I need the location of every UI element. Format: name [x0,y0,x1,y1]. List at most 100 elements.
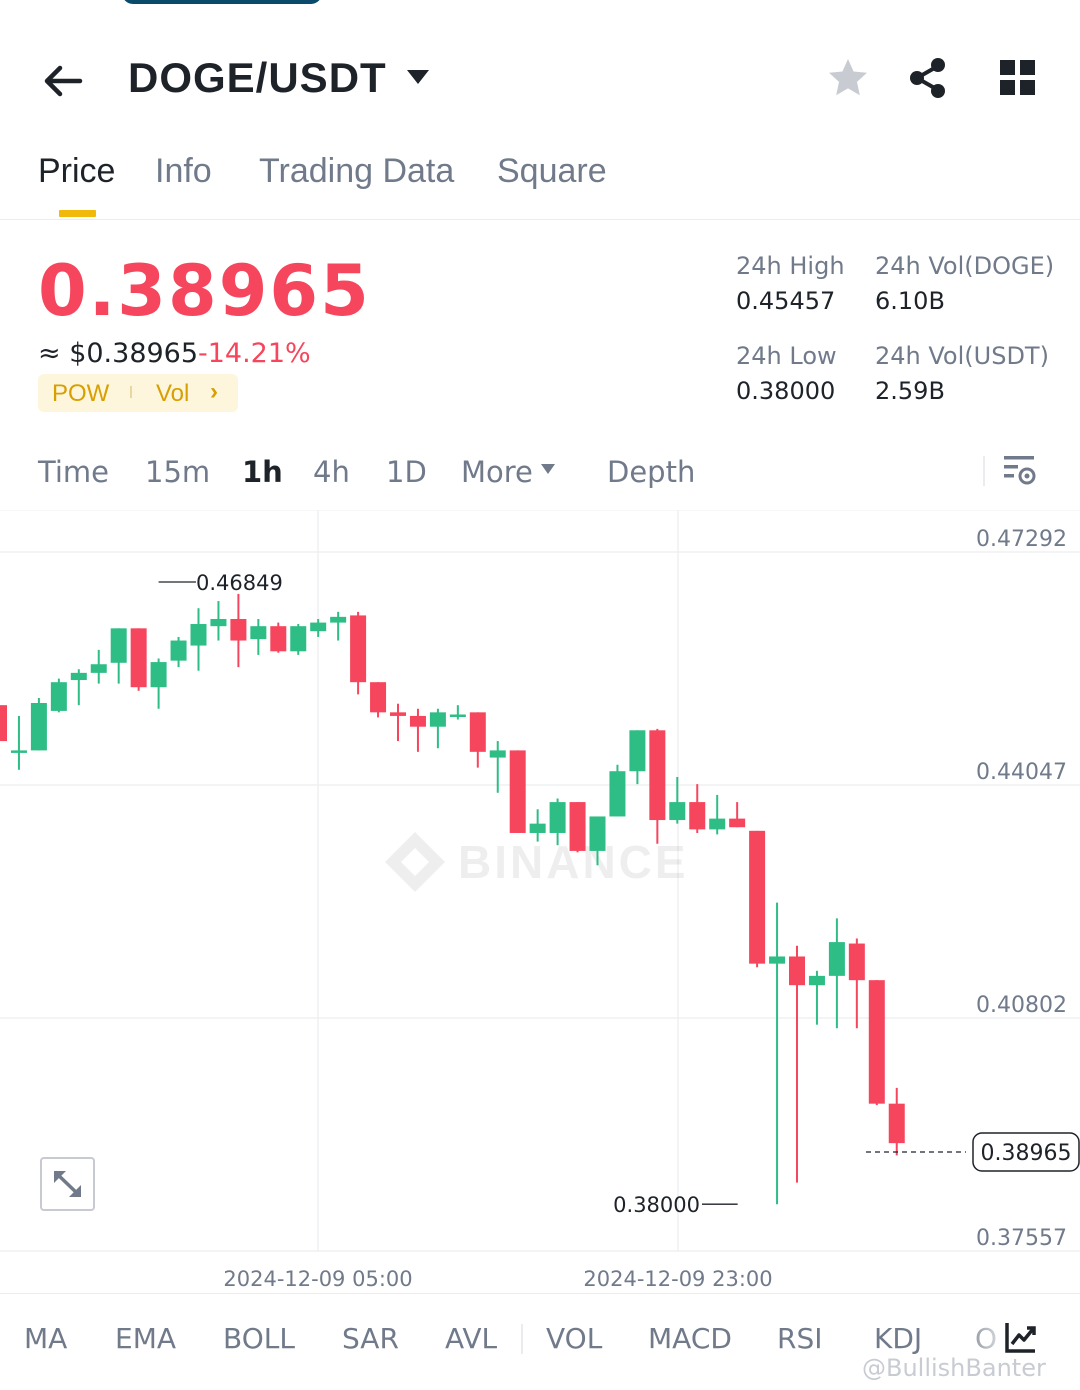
candle-body [749,830,766,964]
y-axis-label: 0.47292 [976,527,1067,552]
candle-body [848,943,865,981]
candle-body [230,618,247,641]
indicator-divider [521,1324,523,1354]
fullscreen-expand-button[interactable] [40,1157,95,1211]
interval-depth[interactable]: Depth [607,455,695,489]
y-axis-label: 0.40802 [976,993,1067,1018]
binance-logo-icon [385,832,445,892]
interval-1d[interactable]: 1D [386,455,427,489]
last-price-box-label: 0.38965 [981,1141,1072,1166]
candle-body [50,682,67,711]
star-icon[interactable] [826,56,870,100]
indicator-sar[interactable]: SAR [342,1322,399,1355]
top-status-pill [122,0,322,4]
indicator-kdj[interactable]: KDJ [874,1322,922,1355]
tab-bar: Price Info Trading Data Square [0,150,1080,220]
stat-24h-vol-base-value: 6.10B [875,287,945,315]
y-axis-label: 0.37557 [976,1226,1067,1251]
x-axis-label: 2024-12-09 23:00 [583,1267,772,1291]
candle-body [370,682,387,713]
candle-body [868,980,885,1104]
candle-body [729,818,746,828]
candle-body [509,750,526,833]
candle-body [609,771,626,817]
min-price-label: 0.38000 [613,1193,700,1217]
candle-body [130,628,147,688]
max-price-label: 0.46849 [196,571,283,595]
candle-body [190,624,207,646]
usd-equivalent: ≈ $0.38965 [38,338,199,369]
last-price: 0.38965 [38,250,371,332]
candle-body [469,712,486,752]
interval-time[interactable]: Time [38,455,109,489]
indicator-rsi[interactable]: RSI [777,1322,823,1355]
tag-chip[interactable]: POW Vol › [38,374,238,412]
header: DOGE/USDT [0,40,1080,120]
x-axis-label: 2024-12-09 05:00 [223,1267,412,1291]
indicator-avl[interactable]: AVL [445,1322,497,1355]
candle-body [689,802,706,830]
stat-24h-high-value: 0.45457 [736,287,836,315]
candle-body [709,818,726,830]
candle-body [649,730,666,821]
candle-body [10,750,27,753]
tab-info[interactable]: Info [155,152,212,191]
interval-1h[interactable]: 1h [242,455,283,489]
caret-down-icon[interactable] [405,68,431,86]
candle-body [808,975,825,986]
candle-body [30,703,47,751]
candle-body [789,956,805,986]
y-axis-label: 0.44047 [976,760,1067,785]
candle-body [310,622,327,632]
stat-24h-vol-quote-label: 24h Vol(USDT) [875,342,1049,370]
tab-trading-data[interactable]: Trading Data [259,152,454,191]
candle-body [769,956,786,964]
tab-price[interactable]: Price [38,152,115,191]
stat-24h-low-value: 0.38000 [736,377,836,405]
indicator-macd[interactable]: MACD [648,1322,732,1355]
candle-body [888,1103,905,1144]
trading-pair-title[interactable]: DOGE/USDT [128,54,387,102]
tab-square[interactable]: Square [497,152,607,191]
candle-body [569,802,586,851]
candle-body [110,628,127,663]
candle-body [90,664,107,673]
indicator-chart-icon[interactable] [1004,1320,1038,1354]
candle-body [429,712,446,727]
user-watermark: @BullishBanter [862,1354,1046,1382]
stat-24h-vol-quote-value: 2.59B [875,377,945,405]
chart-settings-icon[interactable] [1002,452,1038,488]
candle-body [70,672,87,681]
interval-4h[interactable]: 4h [313,455,350,489]
interval-15m[interactable]: 15m [145,455,210,489]
price-change-percent: -14.21% [198,338,311,369]
candle-body [170,640,187,661]
more-caret-down-icon[interactable] [540,463,556,475]
share-icon[interactable] [906,56,950,100]
grid-icon[interactable] [996,56,1040,100]
stat-24h-high-label: 24h High [736,252,845,280]
indicator-ema[interactable]: EMA [115,1322,176,1355]
indicator-boll[interactable]: BOLL [223,1322,295,1355]
candlestick-chart[interactable]: BINANCE0.472920.440470.408020.375572024-… [0,510,1080,1292]
candle-body [0,705,7,742]
candle-body [390,712,406,716]
candle-body [489,750,506,758]
candle-body [828,942,845,976]
candle-body [250,626,267,640]
candle-body [669,802,686,821]
back-arrow-icon[interactable] [40,58,86,104]
candle-body [270,626,287,652]
indicator-vol[interactable]: VOL [546,1322,602,1355]
candle-body [210,618,227,627]
candle-body [409,715,426,727]
indicator-ma[interactable]: MA [24,1322,67,1355]
candle-body [449,714,466,717]
active-tab-indicator [59,210,96,217]
tag-pow[interactable]: POW [52,380,109,408]
interval-more[interactable]: More [461,455,533,489]
candle-body [529,823,546,833]
tag-vol[interactable]: Vol [156,380,189,408]
interval-divider [983,456,985,486]
stat-24h-vol-base-label: 24h Vol(DOGE) [875,252,1055,280]
